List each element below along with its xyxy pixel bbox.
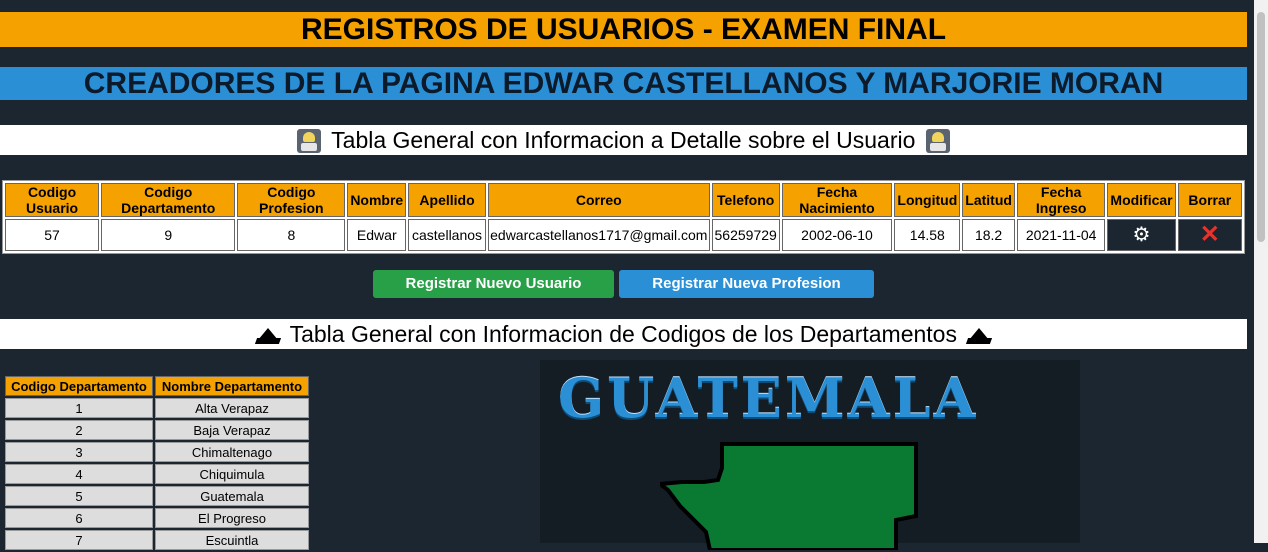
- users-table-header: Codigo Usuario Codigo Departamento Codig…: [5, 183, 1242, 217]
- col-codigo-profesion: Codigo Profesion: [237, 183, 346, 217]
- register-profession-button[interactable]: Registrar Nueva Profesion: [619, 270, 874, 298]
- cell-telefono: 56259729: [711, 219, 780, 251]
- cell-codigo-profesion: 8: [237, 219, 346, 251]
- dept-name: Escuintla: [155, 530, 309, 550]
- col-modificar: Modificar: [1107, 183, 1176, 217]
- dept-code: 7: [5, 530, 153, 550]
- dept-name: Guatemala: [155, 486, 309, 506]
- map-icon: [967, 324, 991, 346]
- col-codigo-departamento: Codigo Departamento: [5, 376, 153, 396]
- cell-latitud: 18.2: [962, 219, 1015, 251]
- users-table-title-text: Tabla General con Informacion a Detalle …: [331, 127, 916, 153]
- creators-banner: CREADORES DE LA PAGINA EDWAR CASTELLANOS…: [0, 67, 1247, 100]
- dept-name: Baja Verapaz: [155, 420, 309, 440]
- user-icon: [297, 129, 322, 153]
- dept-name: Chiquimula: [155, 464, 309, 484]
- dept-name: Alta Verapaz: [155, 398, 309, 418]
- table-row: 1 Alta Verapaz: [5, 398, 309, 418]
- col-latitud: Latitud: [962, 183, 1015, 217]
- close-icon[interactable]: ✕: [1179, 220, 1241, 250]
- page-scrollbar[interactable]: [1254, 0, 1268, 543]
- col-borrar: Borrar: [1177, 183, 1242, 217]
- guatemala-map-shape: [660, 442, 918, 550]
- scrollbar-thumb[interactable]: [1257, 12, 1265, 242]
- cell-codigo-departamento: 9: [101, 219, 236, 251]
- dept-code: 6: [5, 508, 153, 528]
- modify-button[interactable]: ⚙: [1107, 219, 1176, 251]
- dept-name: El Progreso: [155, 508, 309, 528]
- dept-code: 3: [5, 442, 153, 462]
- cell-longitud: 14.58: [894, 219, 961, 251]
- user-icon: [925, 129, 950, 153]
- dept-table-header: Codigo Departamento Nombre Departamento: [5, 376, 309, 396]
- departments-table: Codigo Departamento Nombre Departamento …: [3, 374, 311, 552]
- map-title: GUATEMALA: [558, 366, 979, 430]
- guatemala-map-image: GUATEMALA: [540, 360, 1080, 550]
- cell-apellido: castellanos: [408, 219, 486, 251]
- gear-icon[interactable]: ⚙: [1108, 220, 1174, 250]
- col-fecha-nacimiento: Fecha Nacimiento: [781, 183, 893, 217]
- page-title: REGISTROS DE USUARIOS - EXAMEN FINAL: [0, 12, 1247, 47]
- col-telefono: Telefono: [711, 183, 780, 217]
- dept-code: 4: [5, 464, 153, 484]
- col-apellido: Apellido: [408, 183, 486, 217]
- table-row: 6 El Progreso: [5, 508, 309, 528]
- dept-table-title: Tabla General con Informacion de Codigos…: [0, 319, 1247, 349]
- table-row: 7 Escuintla: [5, 530, 309, 550]
- cell-fecha-ingreso: 2021-11-04: [1016, 219, 1106, 251]
- delete-button[interactable]: ✕: [1177, 219, 1242, 251]
- dept-code: 5: [5, 486, 153, 506]
- table-row: 4 Chiquimula: [5, 464, 309, 484]
- dept-code: 2: [5, 420, 153, 440]
- cell-codigo-usuario: 57: [5, 219, 100, 251]
- table-row: 5 Guatemala: [5, 486, 309, 506]
- table-row: 2 Baja Verapaz: [5, 420, 309, 440]
- register-user-button[interactable]: Registrar Nuevo Usuario: [373, 270, 614, 298]
- dept-table-title-text: Tabla General con Informacion de Codigos…: [289, 321, 957, 347]
- cell-fecha-nacimiento: 2002-06-10: [781, 219, 893, 251]
- col-codigo-usuario: Codigo Usuario: [5, 183, 100, 217]
- col-nombre-departamento: Nombre Departamento: [155, 376, 309, 396]
- cell-nombre: Edwar: [347, 219, 407, 251]
- col-fecha-ingreso: Fecha Ingreso: [1016, 183, 1106, 217]
- col-codigo-departamento: Codigo Departamento: [101, 183, 236, 217]
- dept-code: 1: [5, 398, 153, 418]
- cell-correo: edwarcastellanos1717@gmail.com: [487, 219, 710, 251]
- users-table: Codigo Usuario Codigo Departamento Codig…: [2, 180, 1245, 254]
- col-nombre: Nombre: [347, 183, 407, 217]
- table-row: 57 9 8 Edwar castellanos edwarcastellano…: [5, 219, 1242, 251]
- col-longitud: Longitud: [894, 183, 961, 217]
- col-correo: Correo: [487, 183, 710, 217]
- users-table-title: Tabla General con Informacion a Detalle …: [0, 125, 1247, 155]
- table-row: 3 Chimaltenago: [5, 442, 309, 462]
- map-icon: [256, 324, 280, 346]
- dept-name: Chimaltenago: [155, 442, 309, 462]
